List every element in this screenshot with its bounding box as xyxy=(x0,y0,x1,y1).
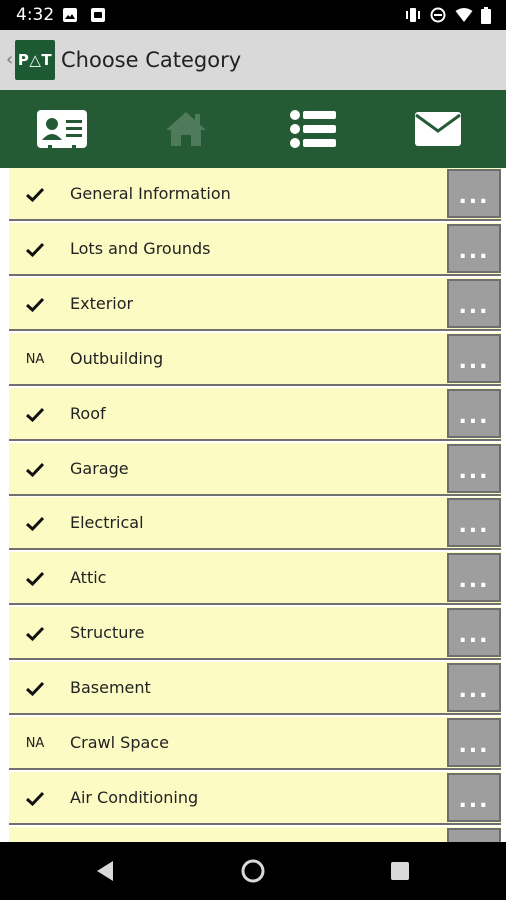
home-icon xyxy=(166,112,206,146)
more-options-button[interactable]: ... xyxy=(447,388,501,438)
list-item[interactable]: Lots and Grounds... xyxy=(9,222,501,276)
android-icon xyxy=(90,7,106,28)
system-nav-bar xyxy=(0,842,506,900)
list-item[interactable]: Exterior... xyxy=(9,277,501,331)
checkmark-icon xyxy=(23,388,47,441)
category-label: Basement xyxy=(70,678,151,698)
more-options-button[interactable]: ... xyxy=(447,498,501,548)
category-label: General Information xyxy=(70,184,231,203)
more-options-button[interactable]: ... xyxy=(447,169,501,218)
vibrate-icon xyxy=(404,7,422,28)
list-item[interactable]: General Information... xyxy=(9,168,501,221)
wifi-icon xyxy=(455,7,473,28)
more-options-button[interactable] xyxy=(447,827,501,842)
category-label: Air Conditioning xyxy=(70,787,199,807)
mail-button[interactable] xyxy=(393,104,483,154)
list-item[interactable]: Roof... xyxy=(9,387,501,441)
list-item[interactable]: NA Crawl Space... xyxy=(9,717,501,770)
battery-icon xyxy=(481,7,491,29)
list-item[interactable]: Garage... xyxy=(9,442,501,496)
list-item[interactable]: Air Conditioning... xyxy=(9,771,501,825)
contact-card-icon xyxy=(37,110,87,148)
more-options-button[interactable]: ... xyxy=(447,223,501,273)
category-label: Exterior xyxy=(70,293,134,313)
list-item[interactable]: Attic... xyxy=(9,552,501,606)
nav-home-icon xyxy=(241,859,265,883)
checkmark-icon xyxy=(23,223,47,276)
more-options-button[interactable]: ... xyxy=(447,553,501,603)
category-label: Roof xyxy=(70,403,106,423)
category-label: Electrical xyxy=(70,513,144,533)
page-title: Choose Category xyxy=(61,48,242,72)
home-button[interactable] xyxy=(141,104,231,154)
status-time: 4:32 xyxy=(16,5,55,25)
nav-back-button[interactable] xyxy=(90,856,120,886)
category-label: Garage xyxy=(70,458,129,478)
more-options-button[interactable]: ... xyxy=(447,278,501,328)
more-options-button[interactable]: ... xyxy=(447,333,501,383)
mail-icon xyxy=(415,112,461,146)
category-label: Lots and Grounds xyxy=(70,238,211,258)
na-status: NA xyxy=(25,351,45,367)
checkmark-icon xyxy=(23,662,47,715)
category-label: Attic xyxy=(70,568,107,588)
more-options-button[interactable]: ... xyxy=(447,772,501,822)
toolbar xyxy=(0,90,506,168)
more-options-button[interactable]: ... xyxy=(447,608,501,658)
checkmark-icon xyxy=(23,552,47,605)
nav-recents-button[interactable] xyxy=(385,856,415,886)
status-bar: 4:32 xyxy=(0,0,506,30)
more-options-button[interactable]: ... xyxy=(447,718,501,767)
app-bar: ‹ P△T Choose Category xyxy=(0,30,506,90)
more-options-button[interactable]: ... xyxy=(447,443,501,493)
contact-card-button[interactable] xyxy=(17,104,107,154)
checkmark-icon xyxy=(23,607,47,660)
nav-back-icon xyxy=(97,861,113,881)
nav-recents-icon xyxy=(391,862,409,880)
list-item[interactable]: Structure... xyxy=(9,607,501,661)
category-list: General Information... Lots and Grounds..… xyxy=(0,168,506,842)
list-icon xyxy=(290,110,336,148)
nav-home-button[interactable] xyxy=(238,856,268,886)
list-item[interactable]: Electrical... xyxy=(9,497,501,551)
category-label: Crawl Space xyxy=(70,733,169,752)
category-label: Outbuilding xyxy=(70,348,164,368)
more-options-button[interactable]: ... xyxy=(447,663,501,713)
checkmark-icon xyxy=(23,772,47,825)
na-status: NA xyxy=(25,736,45,751)
checkmark-icon xyxy=(23,443,47,496)
checkmark-icon xyxy=(23,497,47,550)
back-icon[interactable]: ‹ xyxy=(6,49,13,70)
do-not-disturb-icon xyxy=(430,7,446,28)
list-button[interactable] xyxy=(268,104,358,154)
checkmark-icon xyxy=(23,278,47,331)
photo-icon xyxy=(62,7,78,28)
category-label: Structure xyxy=(70,623,145,643)
list-item-partial[interactable] xyxy=(9,826,501,842)
list-item[interactable]: NA Outbuilding... xyxy=(9,332,501,386)
checkmark-icon xyxy=(23,168,47,221)
list-item[interactable]: Basement... xyxy=(9,662,501,716)
app-logo: P△T xyxy=(15,40,55,80)
